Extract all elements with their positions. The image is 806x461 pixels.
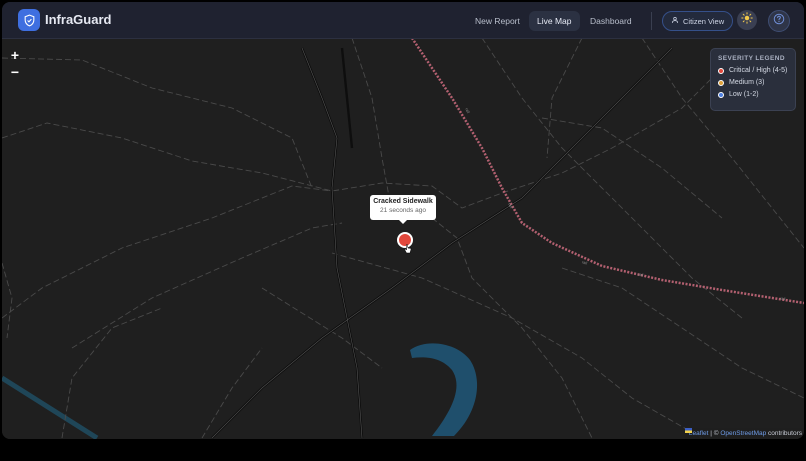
legend-item: Medium (3) bbox=[718, 79, 788, 86]
live-map[interactable]: rail rail rail rail rail + − SEVERITY LE… bbox=[2, 38, 804, 439]
legend-critical-dot bbox=[718, 67, 724, 74]
popup-timestamp: 21 seconds ago bbox=[380, 207, 426, 214]
help-button[interactable] bbox=[768, 10, 790, 32]
osm-link[interactable]: OpenStreetMap bbox=[720, 430, 766, 437]
legend-item: Critical / High (4-5) bbox=[718, 67, 788, 74]
user-icon bbox=[671, 16, 679, 26]
attribution-separator: | © bbox=[708, 430, 721, 437]
nav-divider bbox=[651, 12, 652, 30]
legend-item-label: Medium (3) bbox=[729, 79, 765, 86]
nav-live-map[interactable]: Live Map bbox=[529, 11, 580, 31]
app-window: InfraGuard New Report Live Map Dashboard… bbox=[2, 2, 804, 439]
report-popup[interactable]: Cracked Sidewalk 21 seconds ago bbox=[370, 195, 436, 224]
water-river bbox=[2, 375, 99, 439]
zoom-in-button[interactable]: + bbox=[7, 47, 23, 63]
brand-name[interactable]: InfraGuard bbox=[45, 12, 111, 27]
attribution-suffix: contributors bbox=[766, 430, 802, 437]
legend-low-dot bbox=[718, 91, 724, 98]
legend-item-label: Critical / High (4-5) bbox=[729, 67, 788, 74]
legend-item: Low (1-2) bbox=[718, 91, 788, 98]
road-label: rail bbox=[779, 295, 786, 302]
legend-item-label: Low (1-2) bbox=[729, 91, 759, 98]
top-navbar: InfraGuard New Report Live Map Dashboard… bbox=[2, 2, 804, 39]
water-pond bbox=[410, 343, 478, 436]
nav-new-report[interactable]: New Report bbox=[467, 11, 528, 31]
legend-medium-dot bbox=[718, 79, 724, 86]
citizen-view-button[interactable]: Citizen View bbox=[662, 11, 734, 31]
citizen-view-label: Citizen View bbox=[683, 16, 725, 26]
legend-title: SEVERITY LEGEND bbox=[718, 55, 785, 62]
zoom-out-button[interactable]: − bbox=[7, 64, 23, 80]
road-label: rail bbox=[637, 271, 644, 278]
nav-dashboard[interactable]: Dashboard bbox=[582, 11, 640, 31]
severity-legend: SEVERITY LEGEND Critical / High (4-5) Me… bbox=[710, 48, 796, 111]
map-attribution: Leaflet | © OpenStreetMap contributors bbox=[684, 428, 804, 439]
popup-title: Cracked Sidewalk bbox=[373, 198, 433, 205]
shield-check-icon[interactable] bbox=[18, 9, 40, 31]
help-circle-icon bbox=[773, 12, 785, 30]
theme-toggle-button[interactable] bbox=[737, 10, 757, 30]
sun-icon bbox=[741, 11, 753, 29]
